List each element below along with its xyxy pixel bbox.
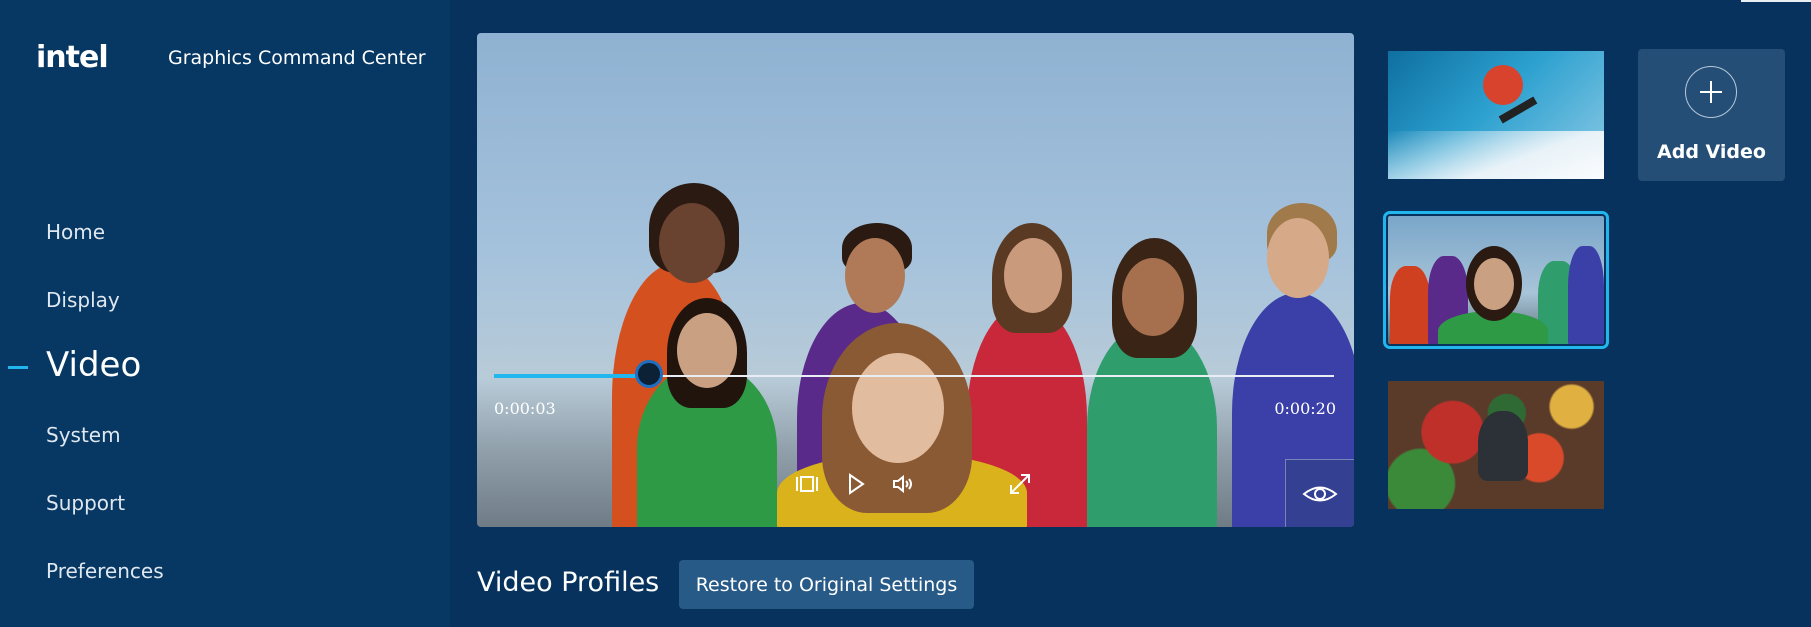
intel-logo: intel: [36, 40, 109, 75]
duration: 0:00:20: [1274, 399, 1336, 418]
thumbnail-group-of-friends[interactable]: [1383, 211, 1609, 349]
brand: intel Graphics Command Center: [36, 40, 426, 75]
sidebar-item-preferences[interactable]: Preferences: [46, 559, 164, 583]
active-indicator: [8, 366, 28, 369]
section-title-video-profiles: Video Profiles: [477, 567, 660, 598]
video-player[interactable]: 0:00:03 0:00:20: [477, 33, 1354, 527]
app-title: Graphics Command Center: [168, 46, 426, 69]
window-edge-line: [1741, 0, 1811, 2]
sidebar-item-system[interactable]: System: [46, 423, 121, 447]
add-video-label: Add Video: [1657, 141, 1766, 163]
add-video-button[interactable]: Add Video: [1638, 49, 1785, 181]
plus-icon: [1685, 66, 1737, 118]
current-time: 0:00:03: [494, 399, 556, 418]
sidebar-item-display[interactable]: Display: [46, 288, 120, 312]
thumbnail-snowboarder[interactable]: [1388, 51, 1604, 179]
thumbnail-market-vendor[interactable]: [1388, 381, 1604, 509]
eye-icon[interactable]: [1285, 459, 1354, 527]
volume-icon[interactable]: [890, 471, 916, 497]
fullscreen-icon[interactable]: [1007, 471, 1033, 497]
sidebar-item-support[interactable]: Support: [46, 491, 125, 515]
progress-handle[interactable]: [635, 360, 663, 388]
sidebar: intel Graphics Command Center Home Displ…: [0, 0, 450, 627]
play-icon[interactable]: [843, 471, 869, 497]
sidebar-item-video[interactable]: Video: [46, 345, 141, 385]
crop-icon[interactable]: [794, 471, 820, 497]
progress-fill: [494, 374, 650, 378]
restore-original-settings-button[interactable]: Restore to Original Settings: [679, 560, 974, 609]
sidebar-item-home[interactable]: Home: [46, 220, 105, 244]
